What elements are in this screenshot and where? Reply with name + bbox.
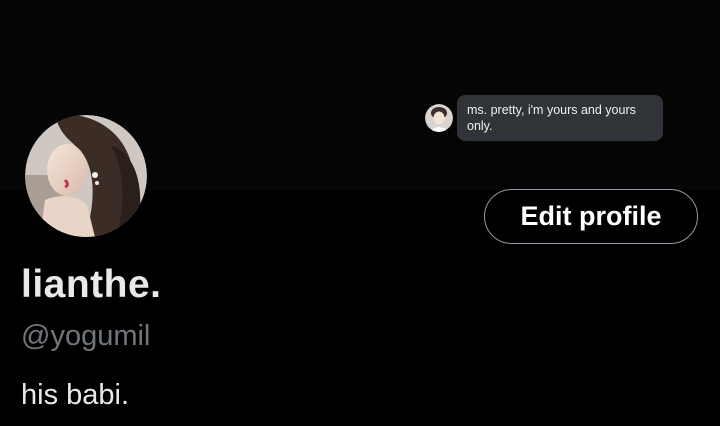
profile-avatar[interactable] bbox=[25, 115, 147, 237]
banner-chat-message: ms. pretty, i'm yours and yours only. bbox=[425, 95, 663, 141]
username: @yogumil bbox=[21, 320, 151, 352]
display-name: lianthe. bbox=[21, 263, 162, 306]
profile-photo-icon bbox=[25, 115, 147, 237]
chat-avatar-icon bbox=[425, 104, 453, 132]
bio: his babi. bbox=[21, 379, 130, 411]
edit-profile-button[interactable]: Edit profile bbox=[484, 189, 698, 244]
chat-bubble-text: ms. pretty, i'm yours and yours only. bbox=[457, 95, 663, 141]
